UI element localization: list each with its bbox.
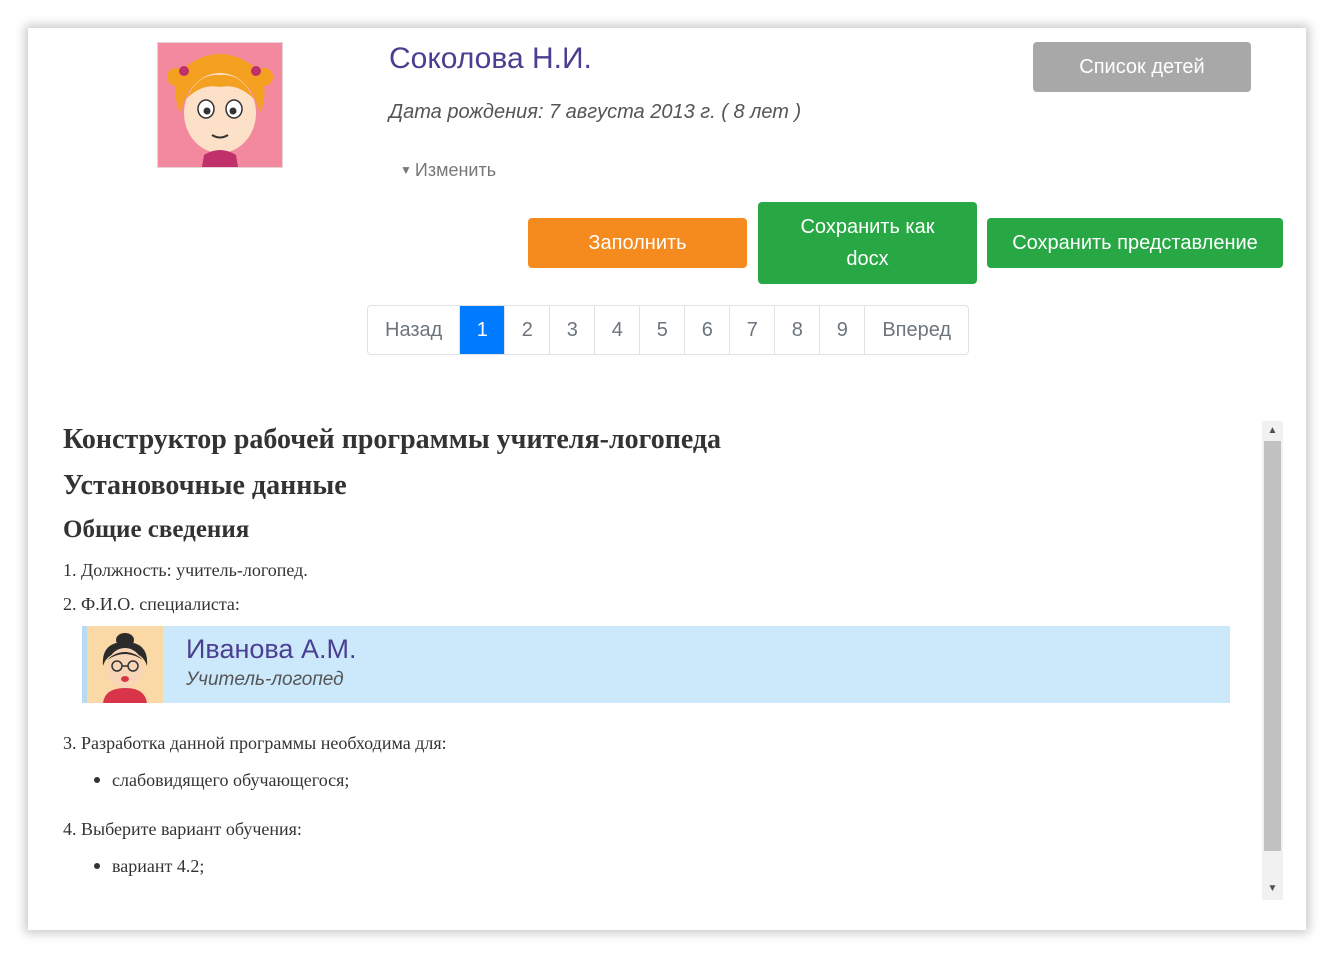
list-item: вариант 4.2; (94, 856, 204, 877)
item-purpose: 3. Разработка данной программы необходим… (63, 733, 447, 753)
page-4[interactable]: 4 (595, 306, 641, 354)
caret-down-icon: ▼ (400, 163, 412, 177)
specialist-card: Иванова А.М. Учитель-логопед (82, 626, 1230, 703)
item-variant: 4. Выберите вариант обучения: (63, 819, 302, 839)
page-6[interactable]: 6 (685, 306, 731, 354)
save-view-button[interactable]: Сохранить представление (987, 218, 1283, 268)
scroll-thumb[interactable] (1264, 441, 1281, 851)
content-scrollbar[interactable]: ▲ ▼ (1262, 421, 1283, 900)
bullet-text: вариант 4.2; (112, 856, 205, 876)
page-5[interactable]: 5 (640, 306, 686, 354)
item-position: 1. Должность: учитель-логопед. (63, 560, 308, 580)
birth-date: Дата рождения: 7 августа 2013 г. ( 8 лет… (389, 101, 802, 123)
save-docx-button[interactable]: Сохранить как docx (758, 202, 977, 284)
document-content: Конструктор рабочей программы учителя-ло… (28, 420, 1256, 900)
edit-link-label: Изменить (414, 160, 497, 180)
section-title: Установочные данные (63, 470, 347, 501)
page-next[interactable]: Вперед (865, 306, 968, 354)
page-9[interactable]: 9 (820, 306, 866, 354)
child-name: Соколова Н.И. (389, 42, 592, 75)
fill-button[interactable]: Заполнить (528, 218, 747, 268)
specialist-role: Учитель-логопед (186, 669, 344, 690)
bullet-icon (94, 777, 100, 783)
girl-avatar-icon (158, 43, 282, 167)
page-2[interactable]: 2 (505, 306, 551, 354)
teacher-avatar-icon (87, 626, 163, 703)
specialist-avatar (87, 626, 163, 703)
page-1[interactable]: 1 (460, 306, 506, 354)
bullet-text: слабовидящего обучающегося; (112, 770, 350, 790)
bullet-icon (94, 863, 100, 869)
page-8[interactable]: 8 (775, 306, 821, 354)
list-item: слабовидящего обучающегося; (94, 770, 349, 791)
page-3[interactable]: 3 (550, 306, 596, 354)
page-prev[interactable]: Назад (368, 306, 461, 354)
pagination: Назад 1 2 3 4 5 6 7 8 9 Вперед (367, 305, 970, 355)
scroll-up-arrow-icon[interactable]: ▲ (1262, 422, 1283, 440)
page-7[interactable]: 7 (730, 306, 776, 354)
children-list-button[interactable]: Список детей (1033, 42, 1251, 92)
scroll-down-arrow-icon[interactable]: ▼ (1262, 880, 1283, 898)
item-specialist-label: 2. Ф.И.О. специалиста: (63, 594, 240, 614)
child-avatar (157, 42, 283, 168)
subsection-title: Общие сведения (63, 516, 250, 543)
specialist-name: Иванова А.М. (186, 634, 357, 664)
document-title: Конструктор рабочей программы учителя-ло… (63, 424, 722, 455)
edit-link[interactable]: ▼ Изменить (400, 160, 496, 181)
